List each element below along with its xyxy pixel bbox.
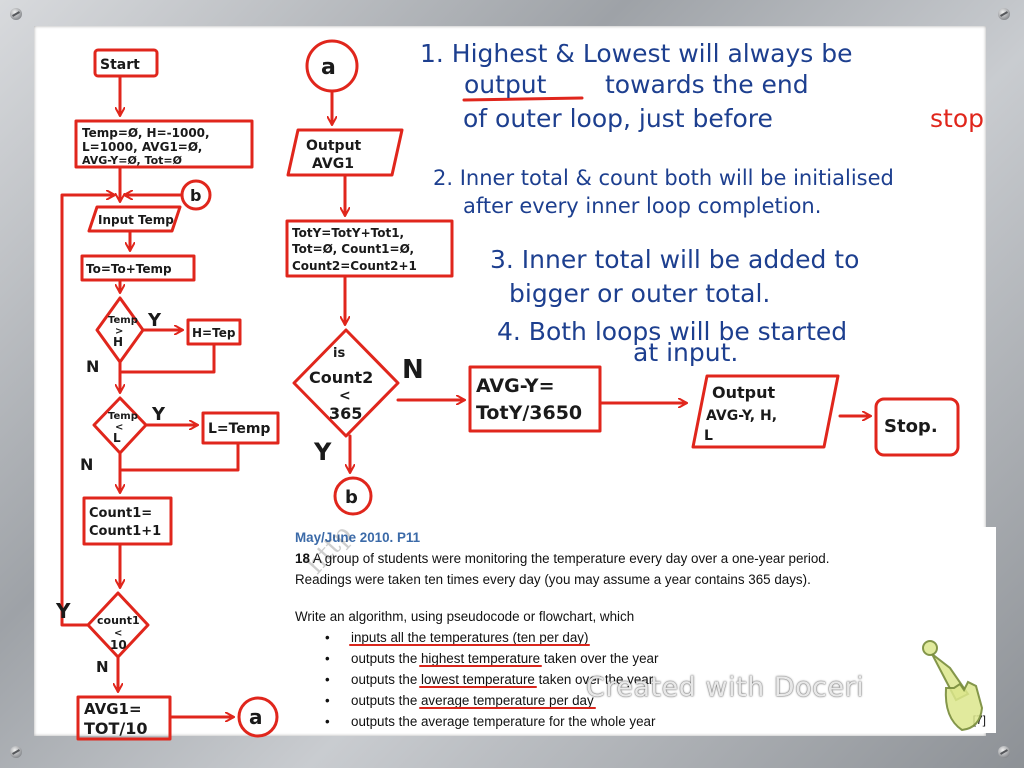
decision-high-line-1: Temp [108, 315, 138, 326]
question-heading: May/June 2010. P11 [295, 530, 421, 545]
question-line-1: 18 A group of students were monitoring t… [291, 548, 996, 569]
decision-high-line-3: H [113, 335, 123, 349]
decision-count2-line-3: < [339, 388, 351, 404]
assign-high-label: H=Tep [192, 326, 236, 340]
avg1-line-1: AVG1= [84, 700, 142, 718]
note-1-line-3b: stop [930, 104, 984, 133]
total-label: To=To+Temp [86, 262, 172, 276]
output-final-line-2: AVG-Y, H, [706, 408, 777, 424]
decision-count1-line-3: 10 [110, 638, 127, 652]
decision-low-line-3: L [113, 431, 121, 445]
highlighted-text: average temperature per day [420, 693, 594, 708]
no-label-count2: N [402, 355, 424, 385]
decision-low-line-1: Temp [108, 411, 138, 422]
note-4-line-2: at input. [633, 338, 738, 367]
list-item: outputs the average temperature for the … [291, 711, 996, 732]
question-text-1: A group of students were monitoring the … [312, 551, 830, 566]
accum-line-1: TotY=TotY+Tot1, [292, 226, 404, 240]
init-line-2: L=1000, AVG1=Ø, [82, 140, 202, 154]
start-label: Start [100, 57, 140, 73]
init-line-1: Temp=Ø, H=-1000, [82, 126, 210, 140]
no-label-count1: N [96, 658, 109, 676]
yes-label-count1: Y [55, 599, 71, 623]
highlighted-text: highest temperature [420, 651, 541, 666]
yes-label-low: Y [151, 404, 166, 425]
decision-count2-line-4: 365 [329, 404, 362, 423]
connector-b-out-label: b [345, 487, 358, 508]
list-item: inputs all the temperatures (ten per day… [291, 627, 996, 648]
init-line-3: AVG-Y=Ø, Tot=Ø [82, 154, 183, 167]
connector-a-out-label: a [249, 705, 263, 729]
no-label-low: N [80, 455, 93, 474]
output-avg1-line-2: AVG1 [312, 156, 354, 172]
assign-low-label: L=Temp [208, 421, 270, 437]
decision-count1-line-1: count1 [97, 614, 140, 627]
avg-y-line-1: AVG-Y= [476, 375, 555, 397]
doceri-hand-icon [922, 640, 984, 732]
decision-count2-line-2: Count2 [309, 368, 373, 387]
output-final-line-3: L [704, 428, 713, 444]
note-1-line-2a: output [464, 70, 547, 99]
decision-count2-line-1: is [333, 346, 345, 361]
accum-line-2: Tot=Ø, Count1=Ø, [292, 242, 414, 256]
note-3-line-2: bigger or outer total. [509, 279, 770, 308]
question-line-2: Readings were taken ten times every day … [295, 572, 811, 587]
question-line-3: Write an algorithm, using pseudocode or … [295, 609, 635, 624]
note-1-line-3a: of outer loop, just before [463, 104, 773, 133]
highlighted-text: lowest temperature [420, 672, 535, 687]
output-final-line-1: Output [712, 383, 775, 402]
accum-line-3: Count2=Count2+1 [292, 259, 417, 273]
yes-label-high: Y [147, 310, 162, 331]
doceri-watermark: Created with Doceri [586, 672, 865, 703]
note-2-line-1: 2. Inner total & count both will be init… [433, 166, 894, 190]
avg1-line-2: TOT/10 [84, 719, 148, 738]
connector-a-in-label: a [321, 55, 336, 80]
highlighted-text: inputs all the temperatures (ten per day… [351, 630, 589, 645]
count-inc-line-2: Count1+1 [89, 524, 161, 539]
list-item: outputs the highest temperature taken ov… [291, 648, 996, 669]
stop-label: Stop. [884, 416, 938, 437]
input-label: Input Temp [98, 213, 174, 227]
question-spacer [291, 590, 996, 606]
count-inc-line-1: Count1= [89, 506, 152, 521]
yes-label-count2: Y [313, 438, 332, 466]
note-3-line-1: 3. Inner total will be added to [490, 245, 859, 274]
note-1-line-2b: towards the end [605, 70, 809, 99]
connector-b-label: b [190, 186, 201, 205]
note-2-line-2: after every inner loop completion. [463, 194, 821, 218]
output-avg1-line-1: Output [306, 138, 362, 154]
avg-y-line-2: TotY/3650 [476, 402, 582, 424]
note-1-line-1: 1. Highest & Lowest will always be [420, 39, 853, 68]
no-label-high: N [86, 357, 99, 376]
